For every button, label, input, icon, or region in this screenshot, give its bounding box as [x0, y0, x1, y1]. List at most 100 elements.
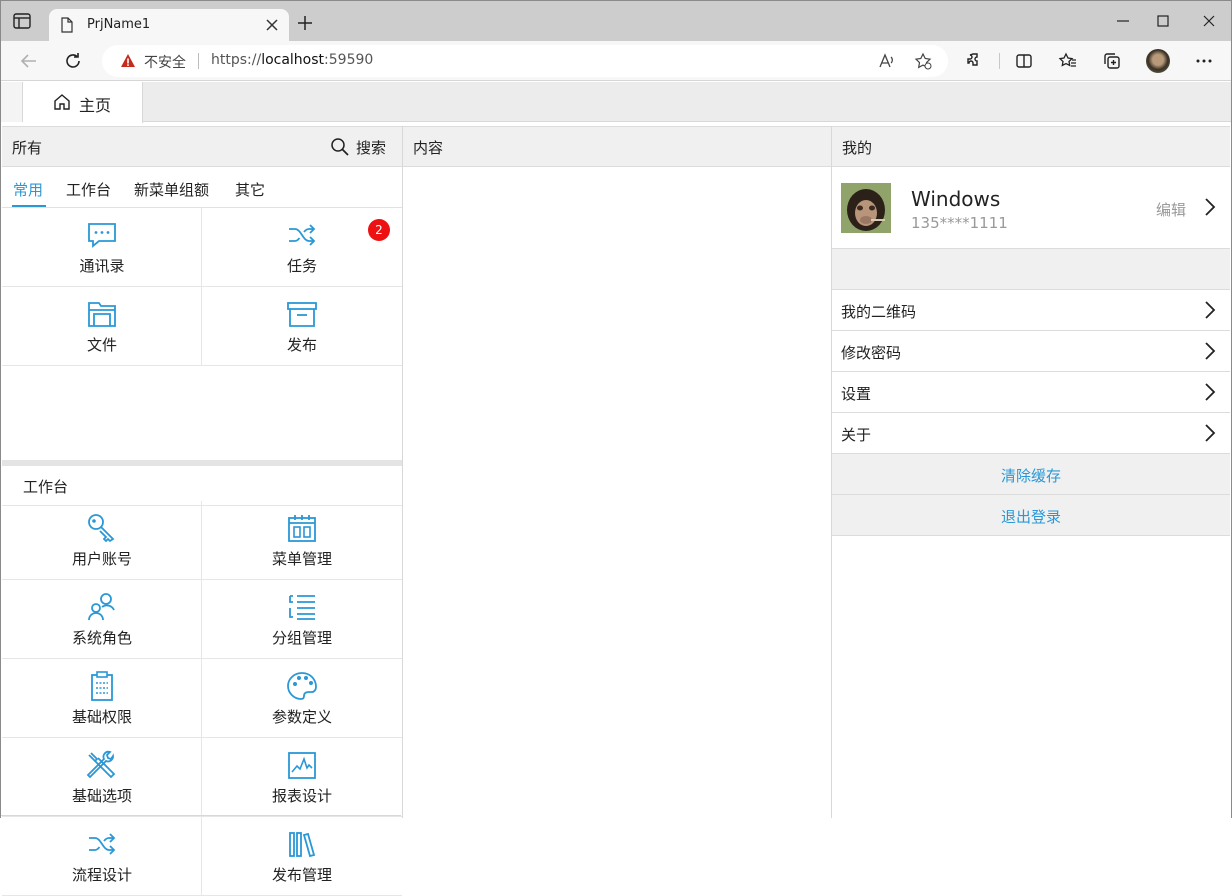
tab-actions-icon[interactable]: [13, 13, 31, 29]
more-options-icon[interactable]: [1194, 51, 1214, 71]
clipboard-icon: [91, 671, 113, 701]
menu-settings[interactable]: 设置: [832, 372, 1230, 413]
url-text[interactable]: https://localhost:59590: [211, 52, 373, 68]
left-panel-header: 所有 搜索: [2, 126, 402, 167]
app-user-accounts[interactable]: 用户账号: [2, 501, 202, 580]
chevron-right-icon: [1205, 342, 1216, 360]
app-files[interactable]: 文件: [2, 287, 202, 366]
category-tabs: 常用 工作台 新菜单组额 其它: [2, 167, 402, 208]
left-panel: 常用 工作台 新菜单组额 其它 通讯录 任务 2 文件 发布 工作台 用户账号 …: [2, 167, 402, 896]
category-tab-common[interactable]: 常用: [13, 179, 43, 200]
app-report-design[interactable]: 报表设计: [202, 738, 402, 817]
app-parameter-definition[interactable]: 参数定义: [202, 659, 402, 738]
app-label: 任务: [286, 257, 317, 275]
address-bar[interactable]: 不安全 https://localhost:59590: [102, 45, 948, 77]
app-publish[interactable]: 发布: [202, 287, 402, 366]
edit-profile-link[interactable]: 编辑: [1156, 199, 1186, 220]
middle-panel-title: 内容: [413, 139, 444, 157]
maximize-icon[interactable]: [1155, 13, 1171, 29]
menu-label: 我的二维码: [841, 303, 917, 321]
close-tab-icon[interactable]: [265, 18, 279, 32]
search-label: 搜索: [356, 139, 387, 157]
address-separator: [198, 53, 199, 69]
browser-window: PrjName1 不安全 https://localhost:59590 主页 …: [0, 0, 1232, 896]
tab-bar-gutter: [1, 82, 23, 122]
tools-icon: [86, 750, 116, 779]
new-tab-icon[interactable]: [297, 15, 313, 31]
app-label: 发布: [286, 336, 317, 354]
menu-my-qrcode[interactable]: 我的二维码: [832, 290, 1230, 331]
menu-about[interactable]: 关于: [832, 413, 1230, 454]
archive-icon: [287, 302, 317, 327]
browser-tab[interactable]: PrjName1: [49, 9, 289, 41]
app-basic-options[interactable]: 基础选项: [2, 738, 202, 817]
app-label: 报表设计: [271, 787, 332, 805]
logout-button[interactable]: 退出登录: [832, 495, 1230, 536]
refresh-icon[interactable]: [63, 51, 83, 71]
users-icon: [88, 593, 115, 621]
back-icon[interactable]: [19, 51, 39, 71]
category-tab-other[interactable]: 其它: [235, 179, 265, 200]
split-screen-icon[interactable]: [1014, 51, 1034, 71]
app-label: 参数定义: [271, 708, 332, 726]
app-label: 菜单管理: [271, 550, 332, 568]
menu-label: 修改密码: [841, 344, 902, 362]
calendar-icon: [288, 515, 316, 542]
read-aloud-icon[interactable]: [878, 52, 896, 70]
profile-avatar[interactable]: [1146, 49, 1170, 73]
close-window-icon[interactable]: [1201, 13, 1217, 29]
user-profile-card[interactable]: Windows 135****1111 编辑: [832, 167, 1230, 249]
app-label: 通讯录: [79, 257, 125, 275]
url-port: :59590: [324, 52, 374, 68]
category-tab-new-menu-group[interactable]: 新菜单组额: [134, 179, 209, 200]
category-tab-workbench[interactable]: 工作台: [66, 179, 111, 200]
app-label: 发布管理: [271, 866, 332, 884]
web-page: 主页 所有 搜索 内容 我的 常用 工作台 新菜单组额 其它 通讯录 任务 2 …: [1, 82, 1231, 896]
app-menu-management[interactable]: 菜单管理: [202, 501, 402, 580]
notification-badge: 2: [368, 219, 390, 241]
app-system-roles[interactable]: 系统角色: [2, 580, 202, 659]
clear-cache-button[interactable]: 清除缓存: [832, 454, 1230, 495]
favorite-add-icon[interactable]: [914, 52, 932, 70]
right-panel-header: 我的: [832, 126, 1230, 167]
search-button[interactable]: 搜索: [330, 136, 390, 158]
url-host: localhost: [261, 52, 325, 68]
title-bar: PrjName1: [1, 1, 1231, 41]
chevron-right-icon: [1205, 198, 1216, 216]
search-icon: [331, 138, 349, 156]
favorites-icon[interactable]: [1058, 51, 1078, 71]
active-tab-underline: [12, 205, 46, 207]
app-label: 流程设计: [71, 866, 132, 884]
menu-change-password[interactable]: 修改密码: [832, 331, 1230, 372]
shuffle-icon: [89, 833, 116, 855]
collections-icon[interactable]: [1102, 51, 1122, 71]
tab-home-label: 主页: [79, 96, 112, 115]
palette-icon: [287, 672, 317, 700]
workbench-section-header: 工作台: [2, 466, 402, 506]
tab-home[interactable]: 主页: [23, 82, 143, 123]
app-workflow-design[interactable]: 流程设计: [2, 817, 202, 896]
app-publish-management[interactable]: 发布管理: [202, 817, 402, 896]
tab-title: PrjName1: [87, 17, 151, 32]
minimize-icon[interactable]: [1115, 13, 1131, 29]
content-area: [403, 167, 831, 818]
right-panel-title: 我的: [842, 139, 873, 157]
app-contacts[interactable]: 通讯录: [2, 208, 202, 287]
shuffle-icon: [289, 224, 316, 246]
clear-cache-label: 清除缓存: [1000, 467, 1061, 485]
extensions-icon[interactable]: [965, 51, 985, 71]
warning-icon[interactable]: [120, 53, 136, 69]
url-prefix: https://: [211, 52, 262, 68]
menu-label: 设置: [841, 385, 872, 403]
app-basic-permissions[interactable]: 基础权限: [2, 659, 202, 738]
insecure-label[interactable]: 不安全: [144, 52, 186, 72]
home-icon: [54, 94, 70, 110]
app-tasks[interactable]: 任务 2: [202, 208, 402, 287]
app-label: 基础权限: [71, 708, 132, 726]
chevron-right-icon: [1205, 424, 1216, 442]
user-avatar: [841, 183, 891, 233]
app-group-management[interactable]: 分组管理: [202, 580, 402, 659]
section-spacer: [832, 249, 1230, 290]
menu-label: 关于: [841, 426, 872, 444]
app-tab-bar: 主页: [1, 82, 1231, 123]
